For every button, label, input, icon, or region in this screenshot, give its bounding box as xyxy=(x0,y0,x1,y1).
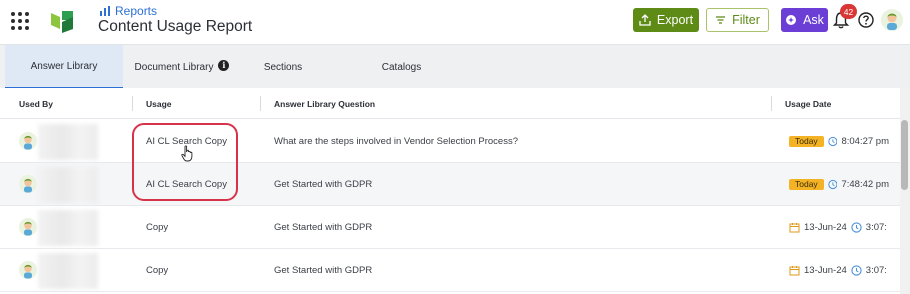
ask-label: Ask xyxy=(803,13,824,27)
tab-sections[interactable]: Sections xyxy=(240,45,326,89)
table-row[interactable]: AI CL Search Copy Get Started with GDPR … xyxy=(0,163,900,206)
notification-count-badge: 42 xyxy=(840,4,857,19)
user-avatar xyxy=(19,175,37,193)
today-badge: Today xyxy=(789,178,824,190)
table-row[interactable]: Copy Get Started with GDPR 13-Jun-24 3:0… xyxy=(0,249,900,292)
breadcrumb-reports[interactable]: Reports xyxy=(115,4,157,18)
usage-date-cell: Today 8:04:27 pm xyxy=(789,120,889,162)
export-button[interactable]: Export xyxy=(633,8,699,32)
clock-icon xyxy=(827,179,838,189)
vertical-scrollbar[interactable] xyxy=(900,88,910,294)
clock-icon xyxy=(851,221,862,233)
today-badge: Today xyxy=(789,135,824,147)
tab-label: Catalogs xyxy=(381,61,422,73)
redacted-user-name xyxy=(38,253,98,289)
tab-catalogs[interactable]: Catalogs xyxy=(340,45,463,89)
usage-date-cell: 13-Jun-24 3:07: xyxy=(789,249,889,291)
usage-table: Used By Usage Answer Library Question Us… xyxy=(0,88,910,294)
redacted-user-name xyxy=(38,124,98,160)
usage-date: 13-Jun-24 xyxy=(804,221,847,233)
filter-button[interactable]: Filter xyxy=(706,8,769,32)
tab-answer-library[interactable]: Answer Library xyxy=(5,45,123,89)
company-logo[interactable] xyxy=(49,9,75,35)
column-header-used-by[interactable]: Used By xyxy=(19,88,53,119)
usage-time: 3:07: xyxy=(865,221,887,233)
upload-icon xyxy=(639,14,651,26)
tab-label: Sections xyxy=(263,61,303,73)
info-icon[interactable]: i xyxy=(218,59,230,71)
calendar-icon xyxy=(789,265,800,275)
usage-time: 8:04:27 pm xyxy=(841,135,889,147)
usage-cell: Copy xyxy=(146,264,169,276)
user-avatar xyxy=(19,218,37,236)
usage-date-cell: 13-Jun-24 3:07: xyxy=(789,206,889,248)
column-header-usage-date[interactable]: Usage Date xyxy=(785,88,831,119)
table-row[interactable]: AI CL Search Copy What are the steps inv… xyxy=(0,120,900,163)
usage-time: 3:07: xyxy=(865,264,887,276)
user-avatar xyxy=(19,261,37,279)
calendar-icon xyxy=(789,222,800,232)
app-launcher-icon[interactable] xyxy=(11,12,29,30)
table-header: Used By Usage Answer Library Question Us… xyxy=(0,88,910,119)
page-title: Content Usage Report xyxy=(98,18,253,35)
bar-chart-icon xyxy=(100,6,110,16)
column-divider xyxy=(771,96,772,111)
clock-icon xyxy=(851,264,862,276)
filter-label: Filter xyxy=(732,13,760,27)
scrollbar-thumb[interactable] xyxy=(901,120,908,190)
redacted-user-name xyxy=(38,210,98,246)
question-cell[interactable]: Get Started with GDPR xyxy=(274,163,372,205)
redacted-user-name xyxy=(38,167,98,203)
export-label: Export xyxy=(656,13,694,27)
question-cell[interactable]: Get Started with GDPR xyxy=(274,206,372,248)
usage-cell: Copy xyxy=(146,221,169,233)
column-header-usage[interactable]: Usage xyxy=(146,88,172,119)
usage-date: 13-Jun-24 xyxy=(804,264,847,276)
clock-icon xyxy=(827,136,838,146)
usage-time: 7:48:42 pm xyxy=(841,178,889,190)
user-avatar xyxy=(19,132,37,150)
usage-date-cell: Today 7:48:42 pm xyxy=(789,163,889,205)
tab-label: Document Library xyxy=(134,61,214,73)
hand-pointer-cursor-icon xyxy=(181,145,193,162)
tab-label: Answer Library xyxy=(30,60,98,72)
question-cell[interactable]: Get Started with GDPR xyxy=(274,249,372,291)
app-header: Reports Content Usage Report Export Filt… xyxy=(0,0,910,44)
breadcrumb[interactable]: Reports xyxy=(99,4,157,18)
report-tabs: Answer Library Document Library i Sectio… xyxy=(0,44,910,89)
usage-cell: AI CL Search Copy xyxy=(146,178,227,190)
tab-document-library[interactable]: Document Library i xyxy=(123,45,241,89)
user-avatar[interactable] xyxy=(881,9,903,31)
column-divider xyxy=(132,96,133,111)
column-header-question[interactable]: Answer Library Question xyxy=(274,88,375,119)
help-icon[interactable] xyxy=(858,12,874,28)
question-cell[interactable]: What are the steps involved in Vendor Se… xyxy=(274,120,518,162)
ai-sparkle-icon xyxy=(786,15,797,25)
filter-icon xyxy=(716,16,726,24)
table-row[interactable]: Copy Get Started with GDPR 13-Jun-24 3:0… xyxy=(0,206,900,249)
ask-button[interactable]: Ask xyxy=(781,8,828,32)
column-divider xyxy=(260,96,261,111)
